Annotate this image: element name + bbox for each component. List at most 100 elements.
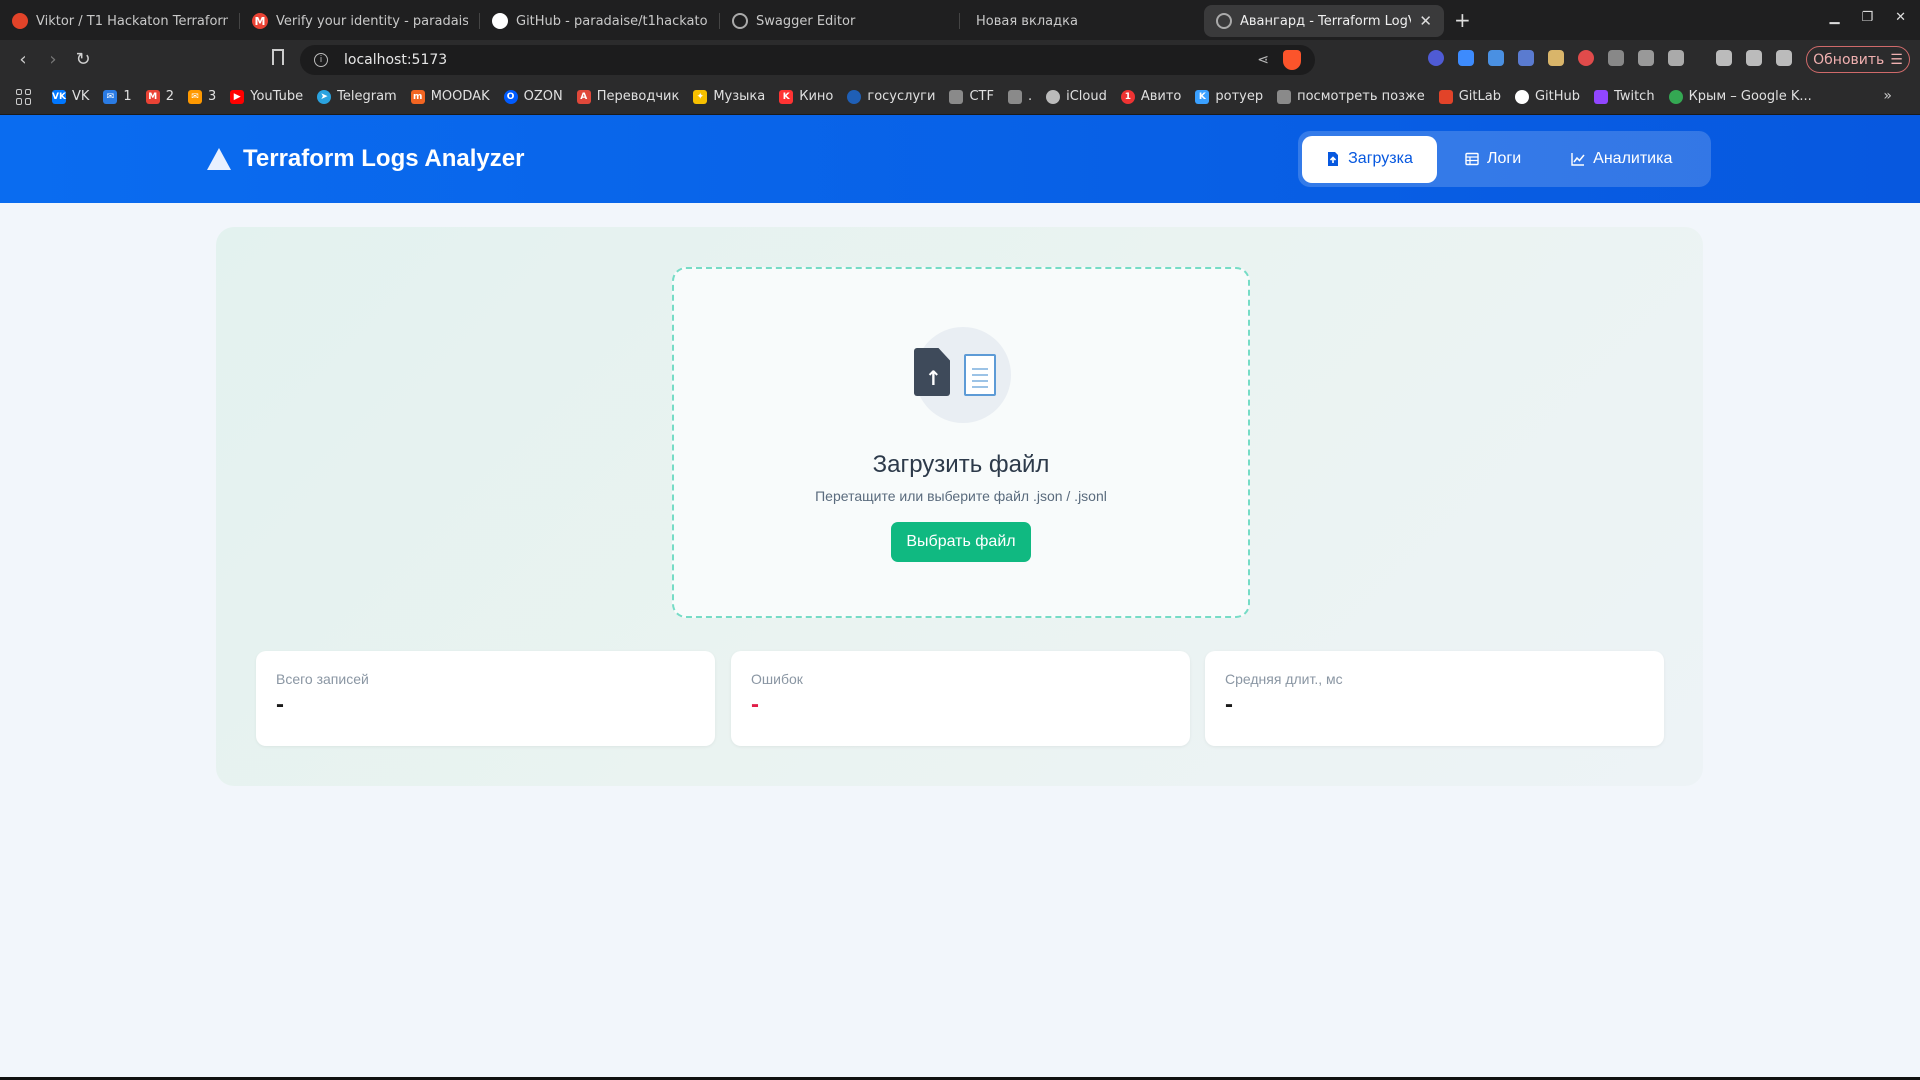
site-info-icon[interactable]: i bbox=[314, 53, 328, 67]
translate-icon: A bbox=[576, 89, 591, 104]
update-button[interactable]: Обновить ☰ bbox=[1806, 46, 1910, 73]
bookmark-item[interactable]: GitLab bbox=[1438, 89, 1501, 104]
upload-title: Загрузить файл bbox=[872, 451, 1050, 478]
browser-tab[interactable]: GitHub - paradaise/t1hackaton-te bbox=[480, 5, 720, 37]
apple-icon bbox=[1046, 89, 1061, 104]
github-icon bbox=[492, 13, 508, 29]
globe-icon bbox=[1216, 13, 1232, 29]
browser-tab[interactable]: M Verify your identity - paradaiseru@ bbox=[240, 5, 480, 37]
document-icon bbox=[964, 354, 996, 396]
leo-ai-icon[interactable] bbox=[1776, 50, 1792, 66]
bookmark-item[interactable]: ✉ 3 bbox=[187, 89, 217, 104]
minimize-icon[interactable]: ▁ bbox=[1829, 10, 1839, 25]
bookmark-folder[interactable]: посмотреть позже bbox=[1277, 89, 1425, 104]
bookmark-item[interactable]: GitHub bbox=[1514, 89, 1580, 104]
browser-tab-active[interactable]: Авангард - Terraform LogView ✕ bbox=[1204, 5, 1444, 37]
reload-icon[interactable]: ↻ bbox=[68, 49, 98, 70]
folder-icon bbox=[949, 89, 964, 104]
bookmark-item[interactable]: ✦ Музыка bbox=[693, 89, 765, 104]
bookmark-label: iCloud bbox=[1066, 89, 1107, 104]
url-text[interactable]: localhost:5173 bbox=[344, 52, 447, 68]
extension-icon[interactable] bbox=[1428, 50, 1444, 66]
puzzle-icon[interactable] bbox=[1638, 50, 1654, 66]
close-window-icon[interactable]: ✕ bbox=[1895, 10, 1906, 25]
bookmark-item[interactable]: Kротуер bbox=[1195, 89, 1263, 104]
nav-logs[interactable]: Логи bbox=[1443, 136, 1543, 183]
bookmark-label: Музыка bbox=[713, 89, 766, 104]
update-label: Обновить bbox=[1813, 51, 1885, 68]
extension-icon[interactable] bbox=[1518, 50, 1534, 66]
app-brand[interactable]: Terraform Logs Analyzer bbox=[207, 145, 524, 173]
sidebar-icon[interactable] bbox=[1716, 50, 1732, 66]
choose-file-button[interactable]: Выбрать файл bbox=[891, 522, 1031, 562]
share-icon[interactable]: ⋖ bbox=[1257, 52, 1269, 68]
apps-grid-icon[interactable] bbox=[16, 88, 32, 105]
file-dropzone[interactable]: ↑ Загрузить файл Перетащите или выберите… bbox=[672, 267, 1250, 618]
bookmark-label: CTF bbox=[969, 89, 994, 104]
extension-icon[interactable] bbox=[1548, 50, 1564, 66]
bookmark-item[interactable]: O OZON bbox=[503, 89, 563, 104]
maximize-icon[interactable]: ❐ bbox=[1861, 10, 1873, 25]
close-tab-icon[interactable]: ✕ bbox=[1419, 12, 1432, 30]
nav-upload[interactable]: Загрузка bbox=[1302, 135, 1437, 183]
tab-title: Viktor / T1 Hackaton Terraform-d bbox=[36, 13, 228, 29]
stat-label: Средняя длит., мс bbox=[1225, 671, 1343, 687]
wallet-icon[interactable] bbox=[1746, 50, 1762, 66]
stat-card-errors: Ошибок - bbox=[731, 651, 1190, 746]
bookmark-item[interactable]: ✉ 1 bbox=[103, 89, 132, 104]
back-icon[interactable]: ‹ bbox=[8, 49, 38, 70]
bookmark-folder[interactable]: . bbox=[1007, 89, 1033, 104]
bookmark-item[interactable]: ▶ YouTube bbox=[230, 89, 303, 104]
bookmark-item[interactable]: m MOODAK bbox=[410, 89, 490, 104]
extension-icon[interactable] bbox=[1458, 50, 1474, 66]
gmail-icon: M bbox=[145, 89, 160, 104]
bookmark-item[interactable]: госуслуги bbox=[847, 89, 935, 104]
brave-shields-icon[interactable] bbox=[1283, 50, 1301, 70]
vk-icon: VK bbox=[52, 89, 66, 104]
bookmark-item[interactable]: VK VK bbox=[52, 89, 89, 104]
bookmark-item[interactable]: Twitch bbox=[1594, 89, 1655, 104]
extension-icon[interactable] bbox=[1668, 50, 1684, 66]
app-header: Terraform Logs Analyzer Загрузка Логи Ан… bbox=[0, 115, 1920, 203]
bookmark-label: 3 bbox=[207, 89, 217, 104]
bookmark-label: Twitch bbox=[1614, 89, 1655, 104]
new-tab-button[interactable]: + bbox=[1454, 8, 1471, 32]
bookmark-label: Кино bbox=[799, 89, 834, 104]
window-controls: ▁ ❐ ✕ bbox=[1829, 10, 1906, 25]
bookmark-label: . bbox=[1027, 89, 1033, 104]
bookmark-item[interactable]: 1 Авито bbox=[1120, 89, 1181, 104]
file-upload-icon bbox=[1328, 152, 1339, 166]
bookmark-folder[interactable]: CTF bbox=[949, 89, 994, 104]
telegram-icon: ➤ bbox=[317, 89, 332, 104]
bookmark-item[interactable]: A Переводчик bbox=[576, 89, 679, 104]
gosuslugi-icon bbox=[847, 89, 862, 104]
bookmark-item[interactable]: K Кино bbox=[779, 89, 833, 104]
translate-icon[interactable] bbox=[1488, 50, 1504, 66]
moodak-icon: m bbox=[410, 89, 425, 104]
extension-icon[interactable] bbox=[1578, 50, 1594, 66]
nav-analytics[interactable]: Аналитика bbox=[1549, 136, 1694, 183]
bookmark-label: OZON bbox=[523, 89, 563, 104]
tab-title: Verify your identity - paradaiseru@ bbox=[276, 13, 468, 29]
bookmark-item[interactable]: ➤ Telegram bbox=[317, 89, 397, 104]
bookmark-icon[interactable] bbox=[272, 49, 284, 65]
address-bar[interactable]: i localhost:5173 ⋖ bbox=[300, 45, 1315, 75]
bookmark-label: 2 bbox=[165, 89, 174, 104]
bookmark-label: посмотреть позже bbox=[1297, 89, 1425, 104]
main-nav: Загрузка Логи Аналитика bbox=[1298, 131, 1711, 187]
google-maps-icon bbox=[1668, 89, 1683, 104]
upload-panel: ↑ Загрузить файл Перетащите или выберите… bbox=[216, 227, 1703, 786]
browser-tab[interactable]: Новая вкладка bbox=[960, 5, 1200, 37]
bookmark-item[interactable]: iCloud bbox=[1046, 89, 1107, 104]
avito-icon: 1 bbox=[1120, 89, 1135, 104]
bookmark-item[interactable]: M2 bbox=[145, 89, 174, 104]
browser-tab-bar: Viktor / T1 Hackaton Terraform-d M Verif… bbox=[0, 0, 1920, 40]
browser-tab[interactable]: Swagger Editor bbox=[720, 5, 960, 37]
more-bookmarks-icon[interactable]: » bbox=[1883, 88, 1892, 104]
bookmark-label: MOODAK bbox=[430, 89, 490, 104]
forward-icon[interactable]: › bbox=[38, 49, 68, 70]
browser-tab[interactable]: Viktor / T1 Hackaton Terraform-d bbox=[0, 5, 240, 37]
shield-icon[interactable] bbox=[1608, 50, 1624, 66]
nav-label: Аналитика bbox=[1593, 150, 1673, 167]
bookmark-item[interactable]: Крым – Google K... bbox=[1668, 89, 1812, 104]
